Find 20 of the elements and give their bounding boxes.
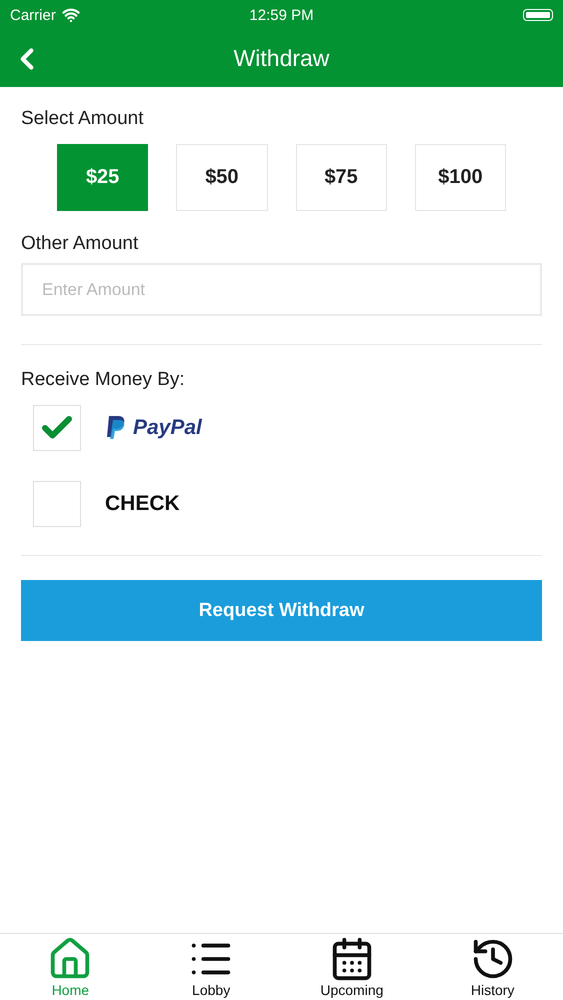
amount-option[interactable]: $25	[57, 144, 148, 211]
tab-item[interactable]: Upcoming	[296, 934, 407, 1000]
wifi-icon	[62, 6, 80, 24]
tab-item[interactable]: Lobby	[156, 934, 266, 1000]
field-label: Other Amount	[21, 233, 138, 255]
checkbox[interactable]	[33, 481, 81, 527]
amount-option[interactable]: $100	[414, 144, 506, 211]
clock-time: 12:59 PM	[249, 6, 314, 24]
carrier-name: Carrier	[10, 6, 56, 24]
checkbox[interactable]	[33, 405, 81, 451]
screen-title: Withdraw	[234, 45, 330, 72]
amount-option[interactable]: $75	[296, 144, 387, 211]
paypal-logo: PayPal	[105, 415, 202, 441]
amount-input[interactable]: Enter Amount	[21, 263, 542, 316]
method-label: CHECK	[105, 492, 180, 516]
amount-option[interactable]: $50	[176, 144, 268, 211]
section-label: Select Amount	[21, 108, 144, 130]
tab-item[interactable]: History	[438, 934, 548, 1000]
battery-icon	[523, 9, 553, 21]
section-label: Receive Money By:	[21, 369, 185, 391]
